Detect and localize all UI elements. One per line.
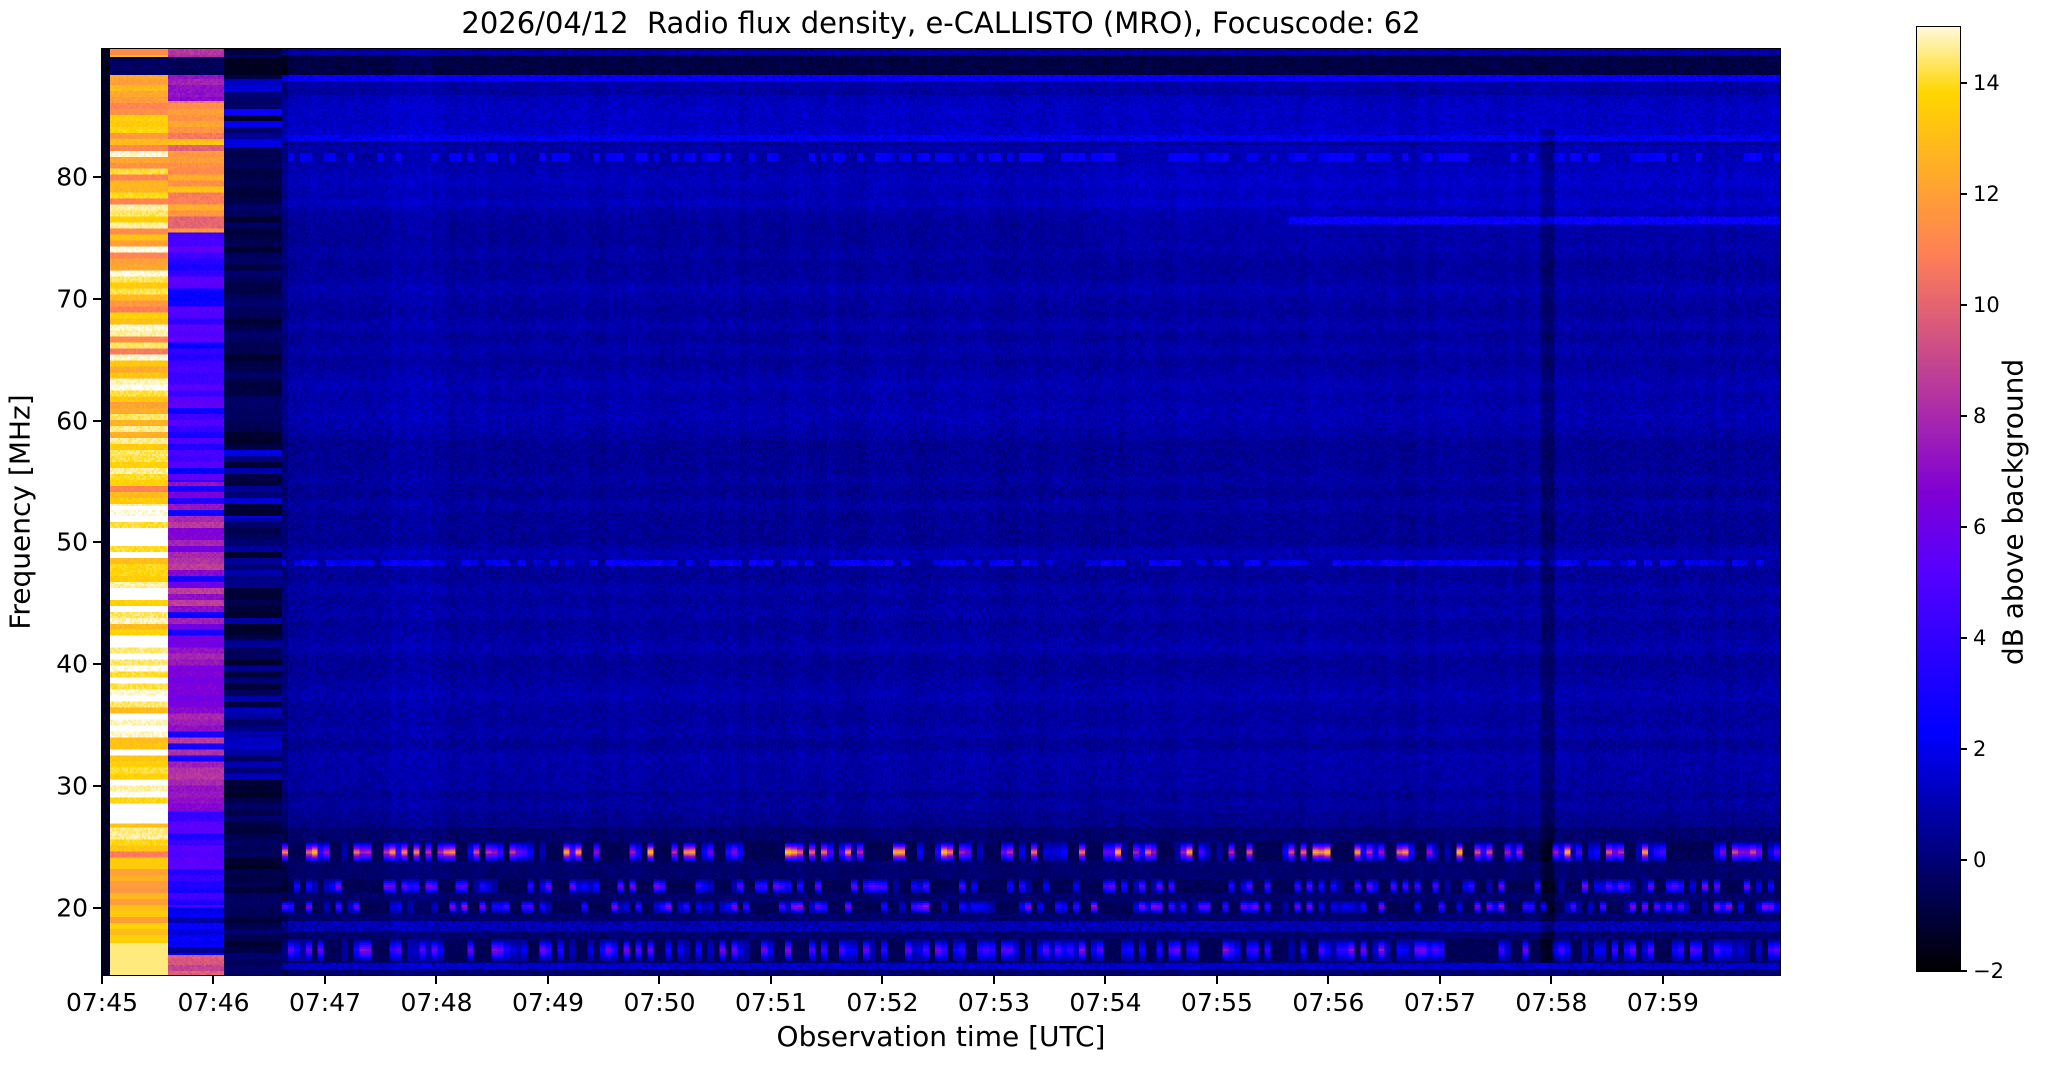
x-tick-mark xyxy=(1438,976,1441,984)
colorbar-tick-label: 10 xyxy=(1973,292,2000,317)
x-tick-mark xyxy=(323,976,326,984)
x-tick-mark xyxy=(1661,976,1664,984)
y-tick-mark xyxy=(93,785,101,788)
chart-title: 2026/04/12 Radio flux density, e-CALLIST… xyxy=(461,6,1421,40)
x-tick-label: 07:55 xyxy=(1180,988,1253,1017)
colorbar-tick-mark xyxy=(1960,970,1967,972)
x-tick-label: 07:54 xyxy=(1069,988,1142,1017)
x-tick-mark xyxy=(1104,976,1107,984)
x-tick-label: 07:49 xyxy=(511,988,584,1017)
x-tick-mark xyxy=(546,976,549,984)
y-tick-label: 60 xyxy=(56,406,88,436)
y-tick-label: 40 xyxy=(56,649,88,679)
x-tick-mark xyxy=(769,976,772,984)
y-tick-label: 70 xyxy=(56,284,88,314)
spectrogram-canvas xyxy=(102,49,1780,975)
colorbar-tick-label: 12 xyxy=(1973,181,2000,206)
x-tick-label: 07:53 xyxy=(957,988,1030,1017)
colorbar-tick-label: 4 xyxy=(1973,625,1987,650)
x-axis-label: Observation time [UTC] xyxy=(776,1020,1106,1053)
x-tick-label: 07:46 xyxy=(177,988,250,1017)
y-tick-mark xyxy=(93,175,101,178)
y-tick-label: 80 xyxy=(56,162,88,192)
colorbar-tick-mark xyxy=(1960,636,1967,639)
x-tick-label: 07:51 xyxy=(734,988,807,1017)
x-tick-label: 07:47 xyxy=(288,988,362,1017)
colorbar-tick-label: 0 xyxy=(1973,847,1987,872)
y-tick-mark xyxy=(93,906,101,909)
x-tick-mark xyxy=(435,976,438,984)
colorbar-tick-label: 2 xyxy=(1973,736,1987,761)
colorbar-tick-mark xyxy=(1960,192,1967,195)
x-tick-mark xyxy=(992,976,995,984)
colorbar-tick-mark xyxy=(1960,858,1967,861)
x-tick-mark xyxy=(881,976,884,984)
y-tick-mark xyxy=(93,297,101,300)
colorbar-tick-mark xyxy=(1960,414,1967,417)
colorbar xyxy=(1916,26,1961,972)
x-tick-mark xyxy=(1550,976,1553,984)
x-tick-label: 07:45 xyxy=(65,988,139,1017)
x-tick-mark xyxy=(101,976,103,984)
x-tick-label: 07:48 xyxy=(400,988,473,1017)
x-tick-label: 07:50 xyxy=(623,988,696,1017)
colorbar-tick-label: 14 xyxy=(1973,70,2000,95)
colorbar-tick-label: 6 xyxy=(1973,514,1987,539)
y-tick-mark xyxy=(93,419,101,422)
x-tick-label: 07:57 xyxy=(1403,988,1476,1017)
colorbar-tick-label: −2 xyxy=(1973,959,2004,983)
x-tick-mark xyxy=(1215,976,1218,984)
colorbar-tick-mark xyxy=(1960,525,1967,528)
x-tick-mark xyxy=(212,976,215,984)
colorbar-tick-mark xyxy=(1960,747,1967,750)
x-tick-label: 07:59 xyxy=(1626,988,1699,1017)
y-tick-mark xyxy=(93,663,101,666)
colorbar-tick-mark xyxy=(1960,303,1967,306)
spectrogram-figure: 2026/04/12 Radio flux density, e-CALLIST… xyxy=(0,0,2047,1067)
y-tick-label: 50 xyxy=(56,527,88,557)
x-tick-label: 07:52 xyxy=(846,988,919,1017)
x-tick-label: 07:58 xyxy=(1515,988,1588,1017)
plot-area xyxy=(101,48,1781,976)
y-tick-label: 30 xyxy=(56,771,88,801)
x-tick-label: 07:56 xyxy=(1292,988,1365,1017)
y-tick-label: 20 xyxy=(56,893,88,923)
colorbar-tick-mark xyxy=(1960,81,1967,84)
y-tick-mark xyxy=(93,541,101,544)
colorbar-label: dB above background xyxy=(1996,358,2030,666)
colorbar-canvas xyxy=(1917,27,1960,971)
x-tick-mark xyxy=(1327,976,1330,984)
colorbar-tick-label: 8 xyxy=(1973,403,1987,428)
x-tick-mark xyxy=(658,976,661,984)
